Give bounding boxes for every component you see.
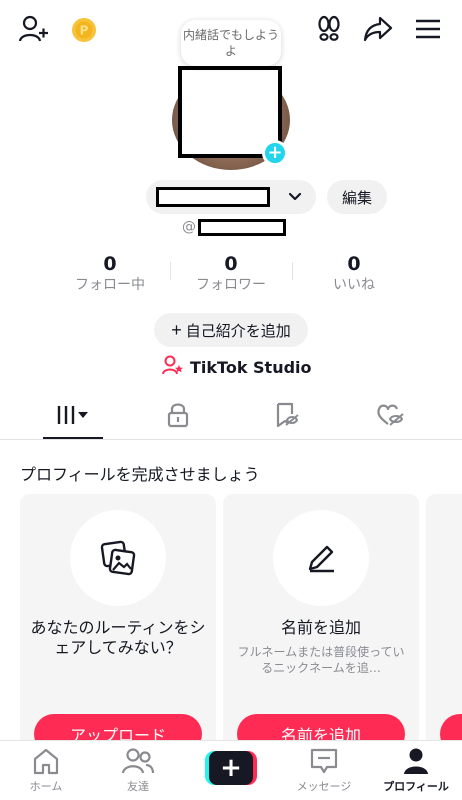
bookmark-icon <box>273 402 299 432</box>
tiktok-studio-link[interactable]: TikTok Studio <box>162 355 312 379</box>
active-tab-indicator <box>43 437 103 439</box>
card-add-name: 名前を追加 フルネームまたは普段使っているニックネームを追… 名前を追加 <box>223 494 419 744</box>
nav-friends[interactable]: 友達 <box>92 741 184 800</box>
nav-profile[interactable]: プロフィール <box>370 741 462 800</box>
handle-prefix: @ <box>182 219 196 235</box>
menu-icon[interactable] <box>414 16 442 42</box>
tab-favorites[interactable] <box>256 394 316 440</box>
studio-label: TikTok Studio <box>190 357 312 377</box>
nav-label: ホーム <box>29 780 63 793</box>
username-redaction <box>156 187 270 207</box>
stat-label: フォロー中 <box>75 277 145 293</box>
add-user-icon[interactable] <box>18 14 50 44</box>
inbox-icon <box>309 741 339 775</box>
card-share-routine: あなたのルーティンをシェアしてみない？ アップロード <box>20 494 216 744</box>
stat-label: いいね <box>333 277 375 293</box>
content-tabs <box>0 394 462 440</box>
nav-label: メッセージ <box>296 780 352 793</box>
user-handle: @ <box>182 218 286 236</box>
coin-icon[interactable]: P <box>70 16 98 44</box>
share-icon[interactable] <box>362 14 394 44</box>
footprints-icon[interactable] <box>314 14 344 44</box>
nav-label: プロフィール <box>383 780 449 793</box>
create-button[interactable]: + <box>205 751 257 785</box>
stat-following[interactable]: 0 フォロー中 <box>50 252 170 294</box>
lock-icon <box>166 402 190 432</box>
profile-stats: 0 フォロー中 0 フォロワー 0 いいね <box>50 252 412 296</box>
handle-redaction <box>198 218 286 236</box>
card-description: フルネームまたは普段使っているニックネームを追… <box>237 645 405 675</box>
stat-likes[interactable]: 0 いいね <box>294 252 414 294</box>
tab-liked[interactable] <box>360 394 420 440</box>
tab-private[interactable] <box>148 394 208 440</box>
stat-value: 0 <box>103 253 117 275</box>
nav-inbox[interactable]: メッセージ <box>278 741 370 800</box>
bottom-nav: ホーム 友達 + メッセージ プロフィール <box>0 740 462 800</box>
edit-profile-button[interactable]: 編集 <box>327 180 387 214</box>
chevron-down-icon[interactable] <box>284 186 306 208</box>
profile-icon <box>402 741 430 775</box>
nav-label: 友達 <box>127 780 149 793</box>
complete-profile-title: プロフィールを完成させましょう <box>20 465 260 484</box>
stat-label: フォロワー <box>196 277 266 293</box>
profile-avatar[interactable]: + <box>172 66 290 170</box>
photos-icon <box>70 510 166 606</box>
home-icon <box>31 741 61 775</box>
add-bio-button[interactable]: + 自己紹介を追加 <box>154 313 308 347</box>
friends-icon <box>121 741 155 775</box>
create-icon: + <box>209 751 253 785</box>
studio-icon <box>162 355 184 379</box>
avatar-add-icon[interactable]: + <box>262 140 288 166</box>
grid-icon <box>53 403 93 431</box>
card-title: あなたのルーティンをシェアしてみない？ <box>30 618 206 657</box>
card-title: 名前を追加 <box>280 618 361 637</box>
note-bubble[interactable]: 内緒話でもしようよ <box>181 20 281 66</box>
stat-followers[interactable]: 0 フォロワー <box>171 252 291 294</box>
plus-icon: + <box>171 319 182 340</box>
pencil-icon <box>273 510 369 606</box>
stat-divider <box>292 262 293 280</box>
liked-hidden-icon <box>376 403 404 431</box>
complete-profile-cards: あなたのルーティンをシェアしてみない？ アップロード 名前を追加 フルネームまた… <box>0 494 462 744</box>
account-switcher[interactable] <box>146 180 316 214</box>
stat-value: 0 <box>224 253 238 275</box>
tab-videos[interactable] <box>43 394 103 440</box>
card-next <box>426 494 462 744</box>
nav-home[interactable]: ホーム <box>0 741 92 800</box>
svg-text:P: P <box>80 24 89 38</box>
add-bio-label: 自己紹介を追加 <box>185 322 291 340</box>
stat-value: 0 <box>347 253 361 275</box>
